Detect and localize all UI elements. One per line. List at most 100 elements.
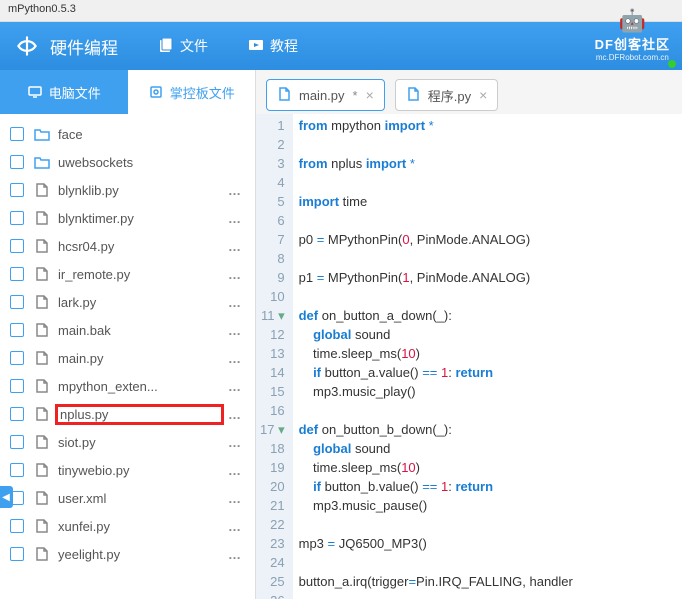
sidebar-collapse-handle[interactable]: ◀ [0,486,13,508]
line-number[interactable]: 24 [260,553,285,572]
code-line[interactable]: time.sleep_ms(10) [299,458,676,477]
code-line[interactable] [299,287,676,306]
line-number[interactable]: 10 [260,287,285,306]
line-number[interactable]: 20 [260,477,285,496]
code-line[interactable]: global sound [299,439,676,458]
tree-checkbox[interactable] [10,267,24,281]
menu-file[interactable]: 文件 [158,36,208,56]
code-line[interactable] [299,553,676,572]
tree-more-icon[interactable]: … [224,491,245,506]
editor-tab-main-py[interactable]: main.py*× [266,79,385,111]
code-line[interactable]: from mpython import * [299,116,676,135]
fold-icon[interactable]: ▾ [278,422,285,437]
line-number[interactable]: 22 [260,515,285,534]
dfrobot-badge[interactable]: 🤖 DF创客社区 mc.DFRobot.com.cn [595,8,670,62]
close-icon[interactable]: × [366,87,374,103]
tree-checkbox[interactable] [10,519,24,533]
tree-more-icon[interactable]: … [224,323,245,338]
tree-more-icon[interactable]: … [224,379,245,394]
code-line[interactable]: global sound [299,325,676,344]
tree-row-main-py[interactable]: main.py… [0,344,255,372]
tree-row-tinywebio-py[interactable]: tinywebio.py… [0,456,255,484]
line-number[interactable]: 16 [260,401,285,420]
code-line[interactable]: mp3.music_pause() [299,496,676,515]
tree-checkbox[interactable] [10,239,24,253]
tree-row-main-bak[interactable]: main.bak… [0,316,255,344]
tree-row-mpython_exten-[interactable]: mpython_exten...… [0,372,255,400]
line-number[interactable]: 25 [260,572,285,591]
line-number[interactable]: 15 [260,382,285,401]
tree-row-nplus-py[interactable]: nplus.py… [0,400,255,428]
line-number[interactable]: 1 [260,116,285,135]
code-editor[interactable]: 1 2 3 4 5 6 7 8 9 10 11 ▾12 13 14 15 16 … [256,114,682,599]
tree-more-icon[interactable]: … [224,435,245,450]
tree-checkbox[interactable] [10,295,24,309]
code-line[interactable]: mp3 = JQ6500_MP3() [299,534,676,553]
tree-row-yeelight-py[interactable]: yeelight.py… [0,540,255,568]
tree-checkbox[interactable] [10,183,24,197]
line-number[interactable]: 6 [260,211,285,230]
tree-checkbox[interactable] [10,463,24,477]
tree-checkbox[interactable] [10,155,24,169]
tree-row-xunfei-py[interactable]: xunfei.py… [0,512,255,540]
fold-icon[interactable]: ▾ [278,308,285,323]
tree-checkbox[interactable] [10,379,24,393]
code-line[interactable] [299,173,676,192]
file-tree[interactable]: ◀ faceuwebsocketsblynklib.py…blynktimer.… [0,114,255,599]
tree-more-icon[interactable]: … [224,407,245,422]
tree-row-lark-py[interactable]: lark.py… [0,288,255,316]
code-line[interactable]: time.sleep_ms(10) [299,344,676,363]
code-line[interactable] [299,249,676,268]
tree-more-icon[interactable]: … [224,183,245,198]
code-line[interactable]: p0 = MPythonPin(0, PinMode.ANALOG) [299,230,676,249]
line-number[interactable]: 2 [260,135,285,154]
code-line[interactable]: import time [299,192,676,211]
code-line[interactable] [299,515,676,534]
tree-checkbox[interactable] [10,211,24,225]
tree-more-icon[interactable]: … [224,351,245,366]
code-line[interactable]: if button_b.value() == 1: return [299,477,676,496]
line-number[interactable]: 4 [260,173,285,192]
line-number[interactable]: 17 ▾ [260,420,285,439]
close-icon[interactable]: × [479,87,487,103]
line-number[interactable]: 11 ▾ [260,306,285,325]
tree-row-blynklib-py[interactable]: blynklib.py… [0,176,255,204]
tree-row-ir_remote-py[interactable]: ir_remote.py… [0,260,255,288]
tree-more-icon[interactable]: … [224,267,245,282]
line-gutter[interactable]: 1 2 3 4 5 6 7 8 9 10 11 ▾12 13 14 15 16 … [256,114,293,599]
tree-more-icon[interactable]: … [224,519,245,534]
tab-computer-files[interactable]: 电脑文件 [0,70,128,114]
tree-row-uwebsockets[interactable]: uwebsockets [0,148,255,176]
code-line[interactable]: def on_button_a_down(_): [299,306,676,325]
code-line[interactable] [299,211,676,230]
line-number[interactable]: 14 [260,363,285,382]
tree-checkbox[interactable] [10,127,24,141]
tree-checkbox[interactable] [10,435,24,449]
line-number[interactable]: 23 [260,534,285,553]
line-number[interactable]: 8 [260,249,285,268]
code-body[interactable]: from mpython import * from nplus import … [293,114,682,599]
code-line[interactable]: if button_a.value() == 1: return [299,363,676,382]
tree-more-icon[interactable]: … [224,211,245,226]
line-number[interactable]: 26 [260,591,285,599]
line-number[interactable]: 9 [260,268,285,287]
code-line[interactable]: from nplus import * [299,154,676,173]
tree-checkbox[interactable] [10,547,24,561]
line-number[interactable]: 21 [260,496,285,515]
tree-checkbox[interactable] [10,351,24,365]
editor-tab--py[interactable]: 程序.py× [395,79,499,111]
line-number[interactable]: 3 [260,154,285,173]
code-line[interactable]: mp3.music_play() [299,382,676,401]
line-number[interactable]: 19 [260,458,285,477]
tree-row-user-xml[interactable]: user.xml… [0,484,255,512]
tree-row-hcsr04-py[interactable]: hcsr04.py… [0,232,255,260]
tree-row-siot-py[interactable]: siot.py… [0,428,255,456]
tab-board-files[interactable]: 掌控板文件 [128,70,256,114]
code-line[interactable]: button_a.irq(trigger=Pin.IRQ_FALLING, ha… [299,572,676,591]
tree-more-icon[interactable]: … [224,547,245,562]
line-number[interactable]: 13 [260,344,285,363]
code-line[interactable] [299,591,676,599]
line-number[interactable]: 7 [260,230,285,249]
code-line[interactable]: p1 = MPythonPin(1, PinMode.ANALOG) [299,268,676,287]
tree-more-icon[interactable]: … [224,295,245,310]
